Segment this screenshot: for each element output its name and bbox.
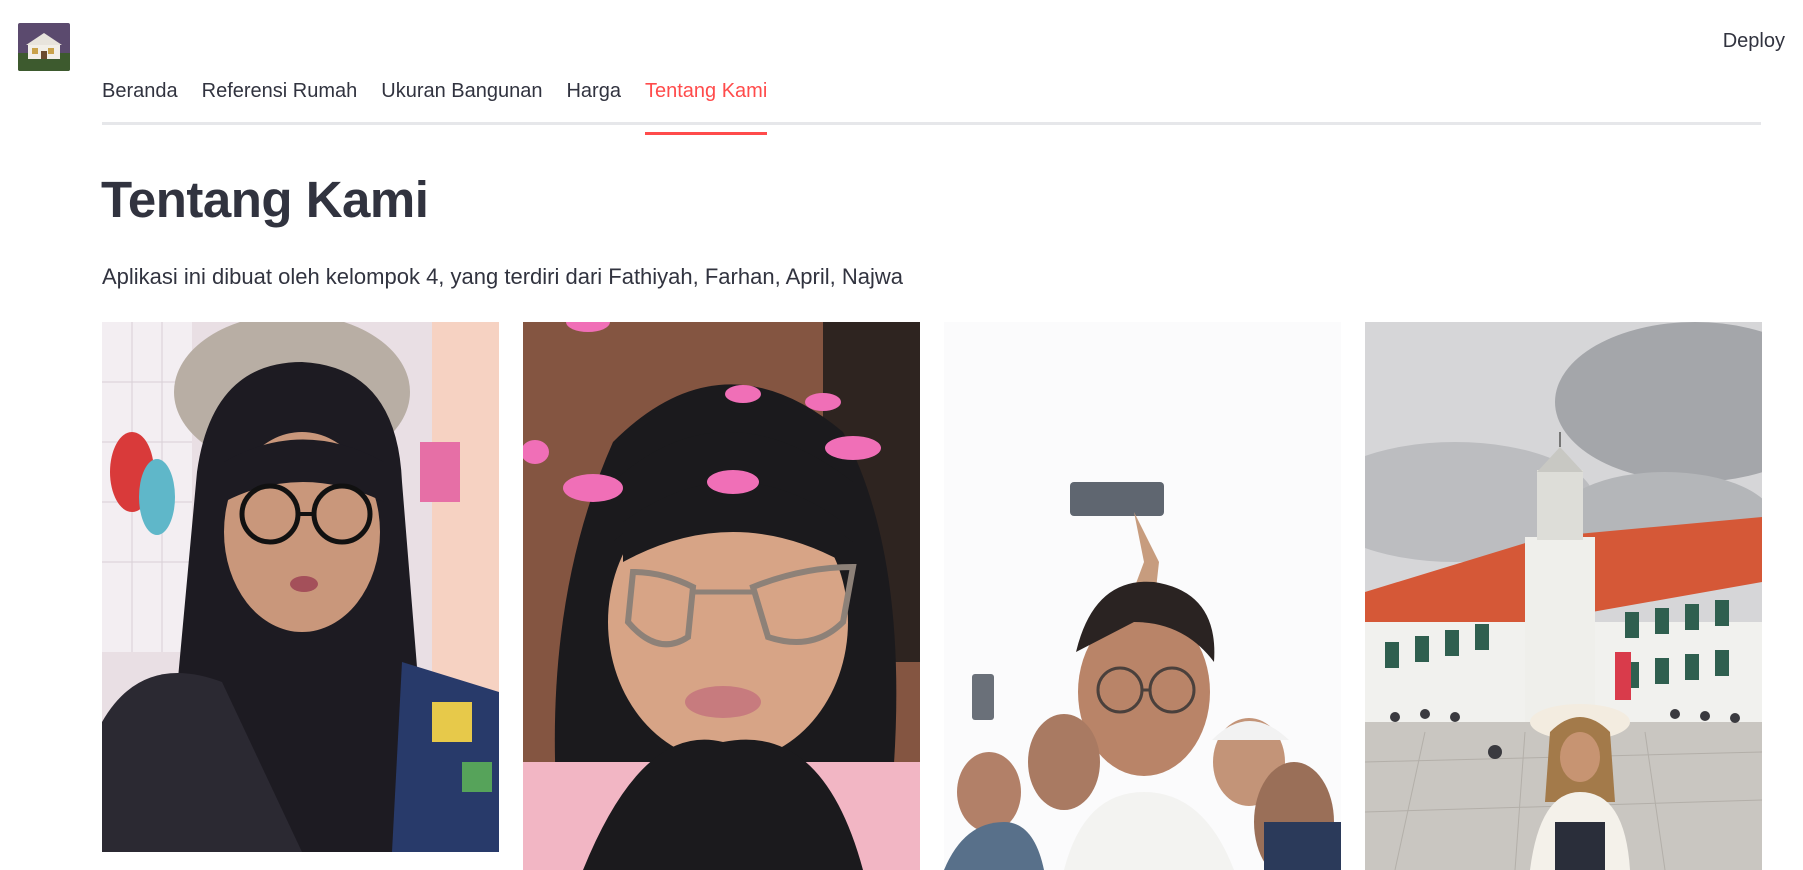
member-photo-4: [1365, 322, 1762, 870]
house-logo-icon[interactable]: [18, 23, 70, 71]
tab-harga[interactable]: Harga: [566, 74, 620, 122]
app-root: Deploy Beranda Referensi Rumah Ukuran Ba…: [0, 0, 1803, 870]
photo-gallery: [102, 322, 1762, 870]
tab-beranda[interactable]: Beranda: [102, 74, 178, 122]
page-description: Aplikasi ini dibuat oleh kelompok 4, yan…: [102, 264, 903, 289]
tab-ukuran-bangunan[interactable]: Ukuran Bangunan: [381, 74, 542, 122]
tab-referensi-rumah[interactable]: Referensi Rumah: [202, 74, 358, 122]
page-title: Tentang Kami: [101, 171, 429, 228]
member-photo-3: [944, 322, 1341, 870]
deploy-button[interactable]: Deploy: [1717, 26, 1791, 57]
tab-tentang-kami[interactable]: Tentang Kami: [644, 74, 768, 135]
member-photo-1: [102, 322, 499, 852]
member-photo-2: [523, 322, 920, 870]
tab-bar: Beranda Referensi Rumah Ukuran Bangunan …: [102, 74, 1761, 135]
